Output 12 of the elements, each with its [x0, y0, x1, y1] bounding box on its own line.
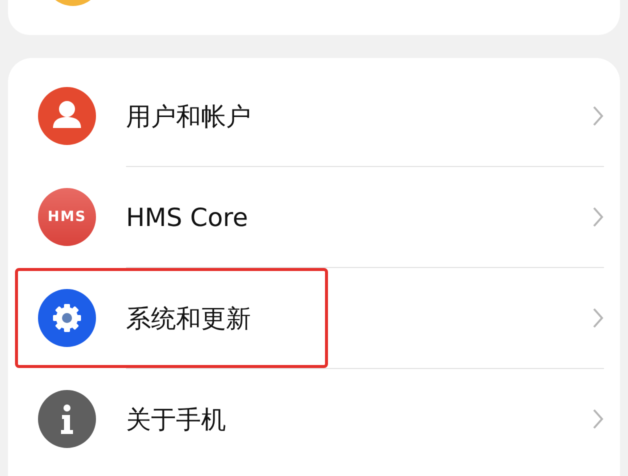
chevron-icon	[592, 206, 604, 228]
settings-label[interactable]: HMS Core	[126, 202, 592, 232]
settings-icon	[38, 289, 96, 347]
settings-label[interactable]: 用户和帐户	[126, 100, 592, 132]
hms-logo: HMS	[38, 188, 96, 246]
chevron-icon	[592, 307, 604, 329]
settings-label[interactable]: 关于手机	[126, 402, 592, 436]
chevron-icon	[592, 408, 604, 430]
settings-label[interactable]: 系统和更新	[126, 302, 592, 334]
chevron-icon	[592, 105, 604, 127]
person-icon	[38, 87, 96, 145]
info-icon	[38, 390, 96, 448]
